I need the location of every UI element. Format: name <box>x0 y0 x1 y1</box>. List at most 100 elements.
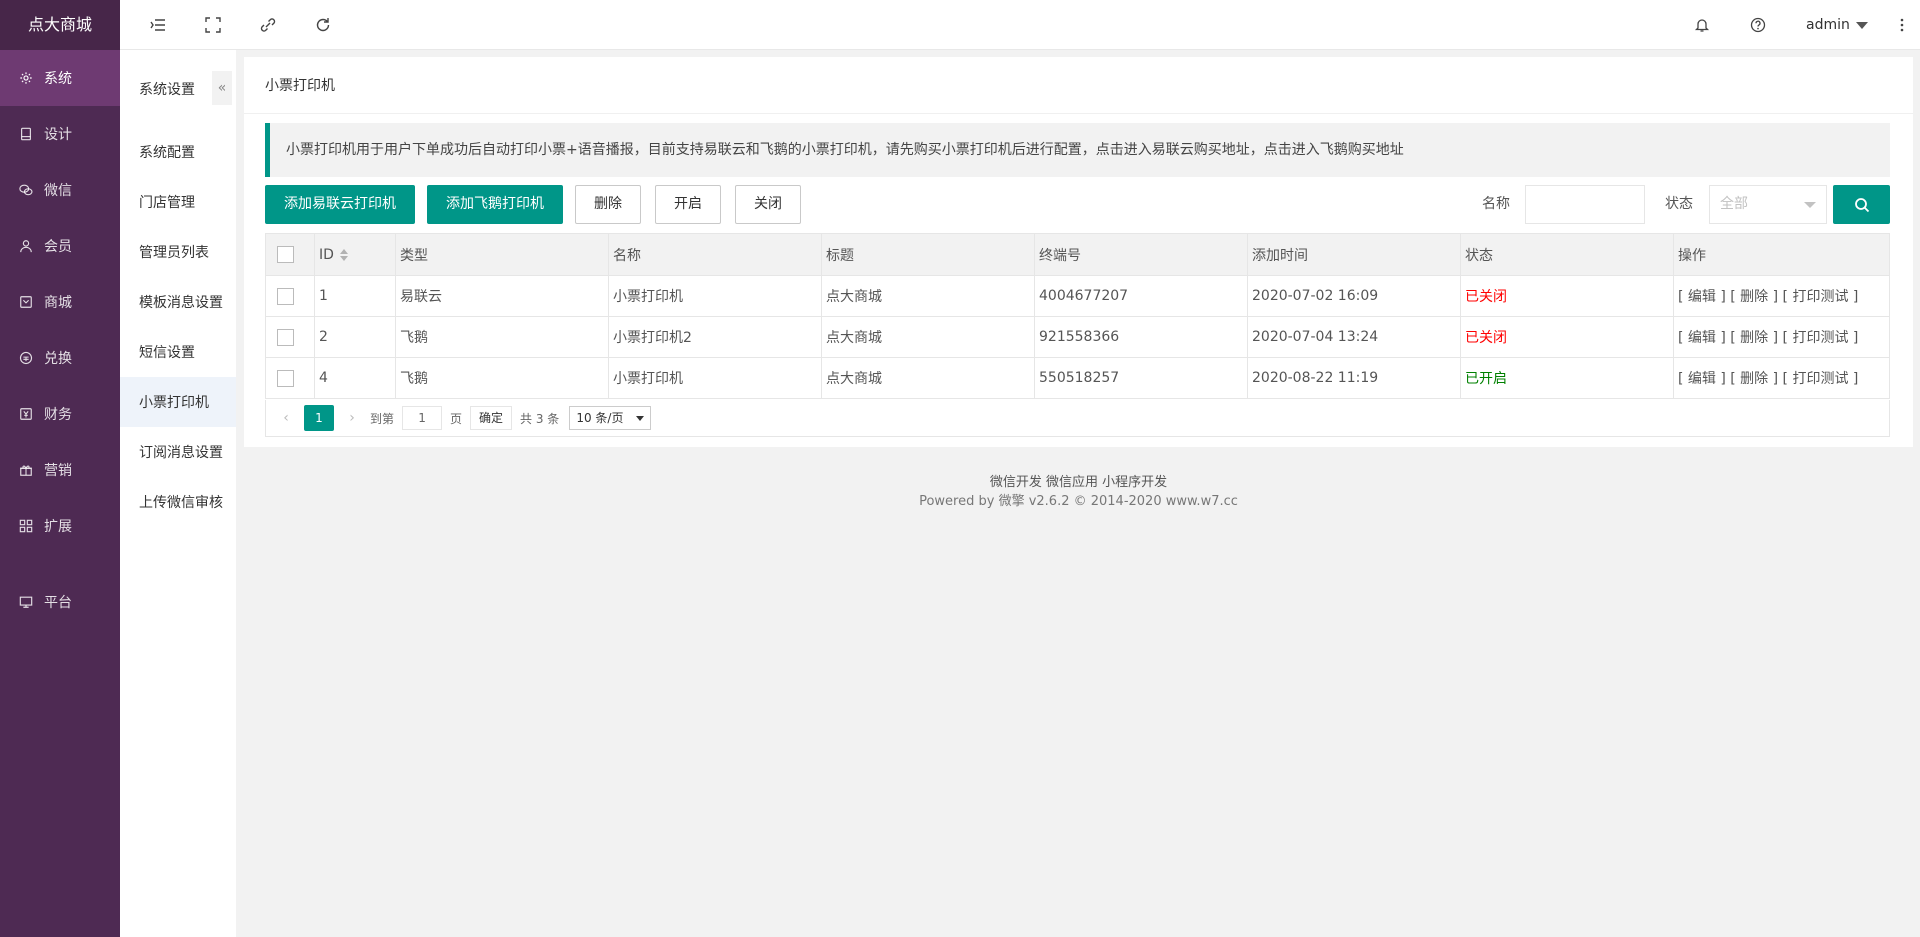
sidebar-item-label: 商城 <box>44 295 72 311</box>
select-all-cell <box>265 233 315 276</box>
main-sidebar: 点大商城 系统 设计 微信 会员 商城 兑换 财务 营销 扩展 平台 <box>0 0 120 937</box>
cell-time: 2020-07-04 13:24 <box>1247 316 1461 358</box>
cell-ops[interactable]: [ 编辑 ] [ 删除 ] [ 打印测试 ] <box>1673 357 1890 399</box>
add-feie-button[interactable]: 添加飞鹅打印机 <box>427 185 563 224</box>
chevron-down-icon <box>1855 21 1868 29</box>
exchange-icon <box>18 350 34 366</box>
goto-label: 到第 <box>370 411 395 426</box>
wechat-icon <box>18 182 34 198</box>
cell-type: 飞鹅 <box>395 316 609 358</box>
cell-status: 已开启 <box>1460 357 1674 399</box>
total-count: 共 3 条 <box>520 411 560 426</box>
cell-time: 2020-08-22 11:19 <box>1247 357 1461 399</box>
column-header-status: 状态 <box>1460 233 1674 276</box>
sidebar-item-0[interactable]: 系统 <box>0 50 120 106</box>
delete-button[interactable]: 删除 <box>575 185 641 224</box>
row-checkbox[interactable] <box>277 287 294 305</box>
more-icon[interactable] <box>1882 0 1920 50</box>
sidebar-item-label: 设计 <box>44 127 72 143</box>
add-yilianyun-button[interactable]: 添加易联云打印机 <box>265 185 415 224</box>
column-header-title: 标题 <box>821 233 1035 276</box>
sidebar-item-9[interactable]: 平台 <box>0 574 120 630</box>
prev-page-icon[interactable]: ‹ <box>276 410 296 426</box>
search-icon <box>1854 197 1869 212</box>
row-checkbox[interactable] <box>277 328 294 346</box>
top-header: admin <box>120 0 1920 50</box>
next-page-icon[interactable]: › <box>342 410 362 426</box>
cell-title: 点大商城 <box>821 275 1035 317</box>
submenu-item-1[interactable]: 门店管理 <box>120 177 236 227</box>
submenu-item-2[interactable]: 管理员列表 <box>120 227 236 277</box>
collapse-icon[interactable]: « <box>212 71 232 105</box>
cell-name: 小票打印机2 <box>608 316 822 358</box>
cell-type: 飞鹅 <box>395 357 609 399</box>
page-size-select[interactable]: 10 条/页 <box>569 406 652 430</box>
cell-ops[interactable]: [ 编辑 ] [ 删除 ] [ 打印测试 ] <box>1673 275 1890 317</box>
refresh-icon[interactable] <box>303 0 343 50</box>
cell-terminal: 4004677207 <box>1034 275 1248 317</box>
chevron-down-icon <box>1804 202 1816 208</box>
cell-id: 1 <box>314 275 396 317</box>
cell-ops[interactable]: [ 编辑 ] [ 删除 ] [ 打印测试 ] <box>1673 316 1890 358</box>
cell-title: 点大商城 <box>821 316 1035 358</box>
cell-time: 2020-07-02 16:09 <box>1247 275 1461 317</box>
submenu-item-6[interactable]: 订阅消息设置 <box>120 427 236 477</box>
search-button[interactable] <box>1833 185 1890 224</box>
sidebar-item-6[interactable]: 财务 <box>0 386 120 442</box>
cell-type: 易联云 <box>395 275 609 317</box>
link-icon[interactable] <box>248 0 288 50</box>
submenu-item-4[interactable]: 短信设置 <box>120 327 236 377</box>
row-checkbox[interactable] <box>277 369 294 387</box>
menu-toggle-icon[interactable] <box>138 0 178 50</box>
submenu-item-0[interactable]: 系统配置 <box>120 127 236 177</box>
sidebar-item-4[interactable]: 商城 <box>0 274 120 330</box>
cell-name: 小票打印机 <box>608 275 822 317</box>
sidebar-item-1[interactable]: 设计 <box>0 106 120 162</box>
name-filter-input[interactable] <box>1525 185 1645 224</box>
status-filter-select[interactable]: 全部 <box>1709 185 1827 224</box>
sidebar-item-8[interactable]: 扩展 <box>0 498 120 554</box>
footer-links[interactable]: 微信开发 微信应用 小程序开发 <box>244 473 1913 492</box>
submenu-item-5[interactable]: 小票打印机 <box>120 377 236 427</box>
table-row: 1 易联云 小票打印机 点大商城 4004677207 2020-07-02 16:09 已… <box>265 275 1890 317</box>
row-select-cell <box>265 357 315 399</box>
current-page[interactable]: 1 <box>304 405 334 431</box>
row-select-cell <box>265 275 315 317</box>
status-filter-value: 全部 <box>1720 196 1748 212</box>
column-header-id[interactable]: ID <box>314 233 396 276</box>
sidebar-item-3[interactable]: 会员 <box>0 218 120 274</box>
secondary-menu: 系统设置 « 系统配置 门店管理 管理员列表 模板消息设置 短信设置 小票打印机 订阅消息设… <box>120 50 236 937</box>
status-filter-label: 状态 <box>1665 196 1693 212</box>
goto-confirm-button[interactable]: 确定 <box>470 406 513 430</box>
column-header-ops: 操作 <box>1673 233 1890 276</box>
column-header-type: 类型 <box>395 233 609 276</box>
sidebar-item-2[interactable]: 微信 <box>0 162 120 218</box>
cell-status: 已关闭 <box>1460 275 1674 317</box>
grid-icon <box>18 518 34 534</box>
sort-icon[interactable] <box>339 248 348 261</box>
footer-powered: Powered by 微擎 v2.6.2 © 2014-2020 www.w7.… <box>919 494 1238 509</box>
goto-page-input[interactable]: 1 <box>402 406 443 430</box>
page-title: 小票打印机 <box>244 57 1913 114</box>
select-all-checkbox[interactable] <box>277 246 294 263</box>
cell-terminal: 550518257 <box>1034 357 1248 399</box>
footer: 微信开发 微信应用 小程序开发 Powered by 微擎 v2.6.2 © 2… <box>244 473 1913 511</box>
sidebar-item-label: 系统 <box>44 71 72 87</box>
cell-title: 点大商城 <box>821 357 1035 399</box>
sidebar-item-5[interactable]: 兑换 <box>0 330 120 386</box>
user-menu[interactable]: admin <box>1806 0 1868 50</box>
cell-id: 4 <box>314 357 396 399</box>
sidebar-item-label: 平台 <box>44 595 72 611</box>
open-button[interactable]: 开启 <box>655 185 721 224</box>
help-icon[interactable] <box>1738 0 1778 50</box>
pagination: ‹ 1 › 到第 1 页 确定 共 3 条 10 条/页 <box>265 400 1890 437</box>
submenu-item-3[interactable]: 模板消息设置 <box>120 277 236 327</box>
submenu-item-7[interactable]: 上传微信审核 <box>120 477 236 527</box>
sidebar-item-label: 会员 <box>44 239 72 255</box>
close-button[interactable]: 关闭 <box>735 185 801 224</box>
bell-icon[interactable] <box>1682 0 1722 50</box>
table-header-row: ID 类型 名称 标题 终端号 添加时间 状态 操作 <box>265 233 1890 276</box>
sidebar-item-7[interactable]: 营销 <box>0 442 120 498</box>
column-header-name: 名称 <box>608 233 822 276</box>
fullscreen-icon[interactable] <box>193 0 233 50</box>
